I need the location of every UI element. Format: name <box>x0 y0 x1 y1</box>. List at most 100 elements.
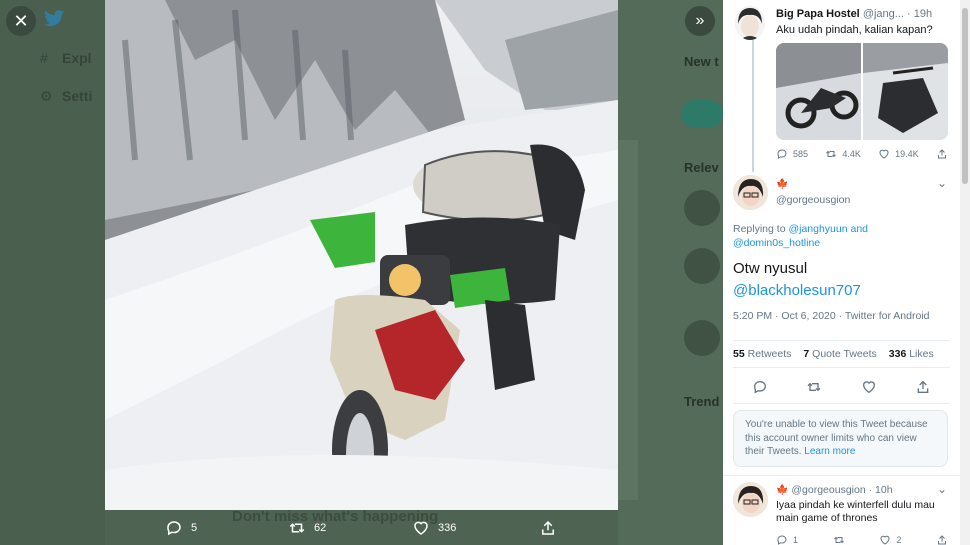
expand-button[interactable]: » <box>685 6 715 36</box>
replying-and: and <box>850 223 869 235</box>
share-icon[interactable] <box>915 379 931 395</box>
reply-button[interactable]: 585 <box>776 148 808 160</box>
heart-icon[interactable] <box>861 379 877 395</box>
retweet-icon <box>833 536 844 544</box>
likes-label: Likes <box>909 348 934 360</box>
chevron-down-icon[interactable]: ⌄ <box>937 176 947 190</box>
avatar[interactable] <box>735 6 765 40</box>
like-count: 19.4K <box>895 149 919 159</box>
retweets-stat[interactable]: 55 Retweets <box>733 348 791 360</box>
flag-icon: 🍁 <box>776 485 789 496</box>
reply-button[interactable]: 5 <box>165 519 197 537</box>
hashtag-icon: # <box>40 50 48 66</box>
mention-link[interactable]: @domin0s_hotline <box>733 237 820 249</box>
retweet-icon[interactable] <box>806 379 822 395</box>
reply-count: 585 <box>793 149 809 159</box>
bg-avatar <box>684 190 720 226</box>
tweet-text: Aku udah pindah, kalian kapan? <box>776 24 933 36</box>
reply-count: 1 <box>793 535 799 545</box>
bg-avatar <box>684 320 720 356</box>
bg-trends-label: Trend <box>684 394 720 409</box>
share-icon <box>937 149 946 159</box>
conversation-panel: Big Papa Hostel @jang... · 19h Aku udah … <box>723 0 960 545</box>
avatar[interactable] <box>733 175 768 210</box>
parent-tweet[interactable]: Big Papa Hostel @jang... · 19h Aku udah … <box>723 0 960 172</box>
bg-relevant-label: Relev <box>684 160 719 175</box>
like-button[interactable]: 336 <box>412 519 456 537</box>
like-count: 2 <box>896 535 902 545</box>
retweet-count: 4.4K <box>842 149 861 159</box>
share-button[interactable] <box>936 148 948 160</box>
like-button[interactable]: 19.4K <box>878 148 919 160</box>
author-handle[interactable]: @gorgeousgion <box>776 194 850 206</box>
bg-nav-settings: ⚙ Setti <box>40 88 93 104</box>
reply-button[interactable]: 1 <box>776 534 798 545</box>
retweet-button[interactable]: 62 <box>288 519 326 537</box>
author-handle[interactable]: @jang... <box>863 8 904 20</box>
close-button[interactable]: ✕ <box>6 6 36 36</box>
author-name[interactable]: Big Papa Hostel <box>776 8 860 20</box>
heart-icon <box>879 149 889 159</box>
share-button[interactable] <box>936 534 948 545</box>
reply-count: 5 <box>191 521 198 534</box>
reply-icon <box>777 149 787 159</box>
bg-avatar <box>684 248 720 284</box>
thread-line <box>752 40 754 172</box>
tweet-text-line: Otw nyusul <box>733 260 808 277</box>
retweets-count: 55 <box>733 348 745 360</box>
tweet-photo <box>105 0 618 510</box>
retweet-button[interactable]: 4.4K <box>825 148 861 160</box>
like-button[interactable]: 2 <box>879 534 901 545</box>
heart-icon <box>880 535 890 545</box>
chevrons-right-icon: » <box>695 12 705 29</box>
gear-icon: ⚙ <box>40 88 53 104</box>
bg-panel <box>618 140 638 500</box>
likes-stat[interactable]: 336 Likes <box>889 348 934 360</box>
tweet-stats: 55 Retweets 7 Quote Tweets 336 Likes <box>733 340 950 368</box>
author-handle[interactable]: @gorgeousgion <box>791 484 865 496</box>
scrollbar-thumb[interactable] <box>962 8 968 184</box>
focused-tweet-actions <box>733 370 950 404</box>
tweet-media[interactable] <box>776 43 948 140</box>
share-button[interactable] <box>539 519 557 537</box>
focused-tweet-text: Otw nyusul @blackholesun707 <box>733 258 861 302</box>
chevron-down-icon[interactable]: ⌄ <box>937 482 947 496</box>
protected-tweet-notice: You're unable to view this Tweet because… <box>733 410 948 467</box>
bg-button <box>681 100 723 128</box>
tweet-time[interactable]: 10h <box>875 484 893 496</box>
retweet-icon <box>826 150 837 158</box>
tweet-meta[interactable]: 5:20 PM · Oct 6, 2020 · Twitter for Andr… <box>733 310 929 322</box>
quotes-stat[interactable]: 7 Quote Tweets <box>803 348 876 360</box>
learn-more-link[interactable]: Learn more <box>804 446 855 457</box>
media-photo-2[interactable] <box>863 43 948 140</box>
retweets-label: Retweets <box>747 348 792 360</box>
replying-prefix: Replying to <box>733 223 786 235</box>
reply-icon <box>167 520 181 535</box>
mention-link[interactable]: @janghyuun <box>788 223 847 235</box>
mention-link[interactable]: @blackholesun707 <box>733 282 861 299</box>
replying-to: Replying to @janghyuun and @domin0s_hotl… <box>733 222 868 250</box>
like-count: 336 <box>438 521 457 534</box>
media-photo-1[interactable] <box>776 43 861 140</box>
close-icon: ✕ <box>13 10 29 31</box>
tweet-text: Iyaa pindah ke winterfell dulu mau main … <box>776 499 935 524</box>
avatar[interactable] <box>733 482 768 517</box>
reply-icon[interactable] <box>752 379 768 395</box>
reply-tweet[interactable]: 🍁 @gorgeousgion · 10h ⌄ Iyaa pindah ke w… <box>723 475 960 545</box>
retweet-count: 62 <box>314 521 327 534</box>
quotes-label: Quote Tweets <box>812 348 877 360</box>
bg-new-label: New t <box>684 54 719 69</box>
flag-icon: 🍁 <box>776 179 789 190</box>
reply-tweet-actions: 1 2 <box>776 534 948 545</box>
retweet-button[interactable] <box>833 534 845 545</box>
likes-count: 336 <box>888 348 907 360</box>
scrollbar[interactable] <box>960 0 970 545</box>
media-action-bar: 5 62 336 <box>105 510 618 545</box>
retweet-icon <box>289 522 305 533</box>
share-icon <box>542 520 554 535</box>
twitter-bird-icon[interactable] <box>44 10 66 28</box>
tweet-time[interactable]: 19h <box>914 8 932 20</box>
bg-nav-explore: # Expl <box>40 50 92 66</box>
heart-icon <box>414 521 428 535</box>
reply-icon <box>777 535 787 545</box>
